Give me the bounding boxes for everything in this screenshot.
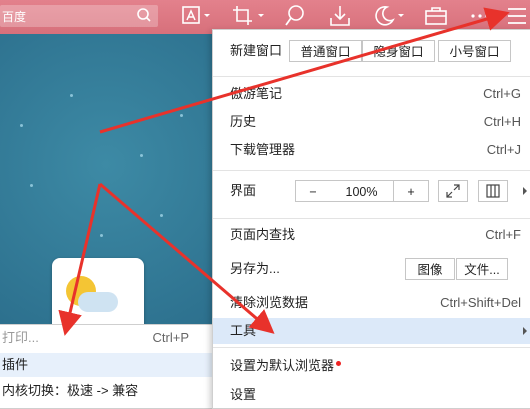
menu-item-label: 傲游笔记 [230,86,283,101]
menu-item-shortcut: Ctrl+Shift+Del [440,295,521,310]
cloud-icon [78,292,118,312]
save-file-button[interactable]: 文件... [456,258,508,280]
menu-divider [213,170,530,171]
chevron-right-icon [523,187,527,195]
menu-item-label: 设置 [230,387,257,402]
search-tool-icon[interactable] [285,4,307,28]
normal-window-button[interactable]: 普通窗口 [289,40,362,62]
sky-star [70,94,73,97]
small-window-button[interactable]: 小号窗口 [438,40,511,62]
menu-item-history[interactable]: 历史 Ctrl+H [213,109,530,135]
search-text: 百度 [2,10,27,24]
screenshot-icon[interactable] [182,4,212,28]
submenu-item-print[interactable]: 打印... Ctrl+P [0,326,213,350]
search-box[interactable]: 百度 [0,5,158,27]
menu-item-settings[interactable]: 设置 [213,382,530,408]
menu-item-notes[interactable]: 傲游笔记 Ctrl+G [213,81,530,107]
split-view-icon [486,184,500,198]
new-window-label: 新建窗口 [230,43,283,58]
submenu-item-plugins[interactable]: 插件 [0,353,213,377]
menu-item-clear-data[interactable]: 清除浏览数据 Ctrl+Shift+Del [213,290,530,316]
more-icon[interactable] [468,4,492,28]
new-window-row: 新建窗口 普通窗口 隐身窗口 小号窗口 [213,38,530,64]
menu-icon[interactable] [505,4,529,28]
menu-divider [213,218,530,219]
zoom-label: 界面 [230,183,257,198]
submenu-item-label: 插件 [2,357,29,372]
main-menu: 新建窗口 普通窗口 隐身窗口 小号窗口 傲游笔记 Ctrl+G 历史 Ctrl+… [212,29,530,409]
save-as-row: 另存为... 图像 文件... [213,254,530,284]
zoom-in-button[interactable]: + [393,180,429,202]
split-view-button[interactable] [478,180,508,202]
submenu-item-engine-switch[interactable]: 内核切换：极速 -> 兼容 [0,379,213,403]
menu-item-tools[interactable]: 工具 [213,318,530,344]
menu-item-label: 设置为默认浏览器 [230,353,342,379]
sky-star [140,154,143,157]
menu-item-downloads[interactable]: 下载管理器 Ctrl+J [213,137,530,163]
chevron-right-icon [523,327,527,335]
sky-star [30,184,33,187]
menu-divider [213,76,530,77]
menu-item-shortcut: Ctrl+H [483,114,521,129]
submenu-item-label: 内核切换：极速 -> 兼容 [2,383,139,398]
sky-star [180,114,183,117]
menu-item-label: 页面内查找 [230,227,296,242]
private-window-button[interactable]: 隐身窗口 [362,40,435,62]
search-icon[interactable] [136,7,152,23]
menu-item-shortcut: Ctrl+J [486,142,521,157]
crop-icon[interactable] [232,4,266,28]
menu-item-find[interactable]: 页面内查找 Ctrl+F [213,222,530,248]
menu-item-set-default[interactable]: 设置为默认浏览器 [213,353,530,379]
night-mode-icon[interactable] [372,4,406,28]
download-icon[interactable] [328,4,352,28]
notification-dot [336,361,342,366]
submenu-item-shortcut: Ctrl+P [152,330,189,345]
save-as-label: 另存为... [230,261,280,276]
fullscreen-button[interactable] [438,180,468,202]
menu-item-label: 工具 [230,323,257,338]
zoom-row: 界面 − 100% + [213,177,530,205]
menu-item-shortcut: Ctrl+F [485,227,521,242]
sky-star [20,124,23,127]
menu-divider [213,347,530,348]
menu-item-label: 下载管理器 [230,142,296,157]
zoom-value: 100% [330,180,393,202]
sky-star [100,234,103,237]
submenu-item-label: 打印... [2,330,39,345]
sky-star [160,214,163,217]
save-image-button[interactable]: 图像 [405,258,455,280]
fullscreen-icon [446,184,460,198]
toolbox-icon[interactable] [424,4,448,28]
zoom-out-button[interactable]: − [295,180,331,202]
tools-submenu: 打印... Ctrl+P 插件 内核切换：极速 -> 兼容 [0,324,214,409]
menu-item-shortcut: Ctrl+G [483,86,521,101]
menu-item-label: 清除浏览数据 [230,295,309,310]
menu-item-label: 历史 [230,114,257,129]
set-default-text: 设置为默认浏览器 [230,358,335,373]
